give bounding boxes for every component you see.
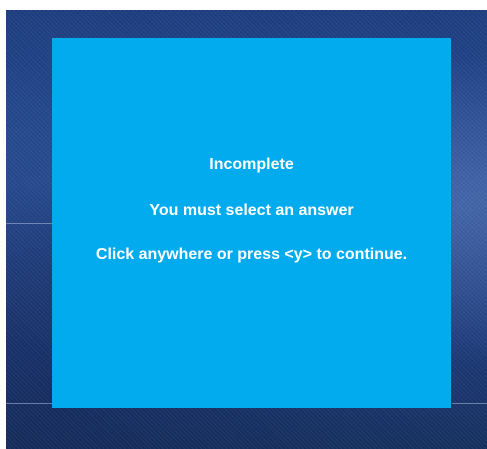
divider-line (452, 403, 487, 404)
incomplete-feedback-dialog[interactable]: Incomplete You must select an answer Cli… (52, 38, 451, 408)
divider-line (6, 223, 52, 224)
dialog-title: Incomplete (209, 156, 294, 173)
divider-line (6, 403, 52, 404)
continue-hint: Click anywhere or press <y> to continue. (95, 246, 408, 263)
dialog-message: You must select an answer (149, 202, 354, 219)
